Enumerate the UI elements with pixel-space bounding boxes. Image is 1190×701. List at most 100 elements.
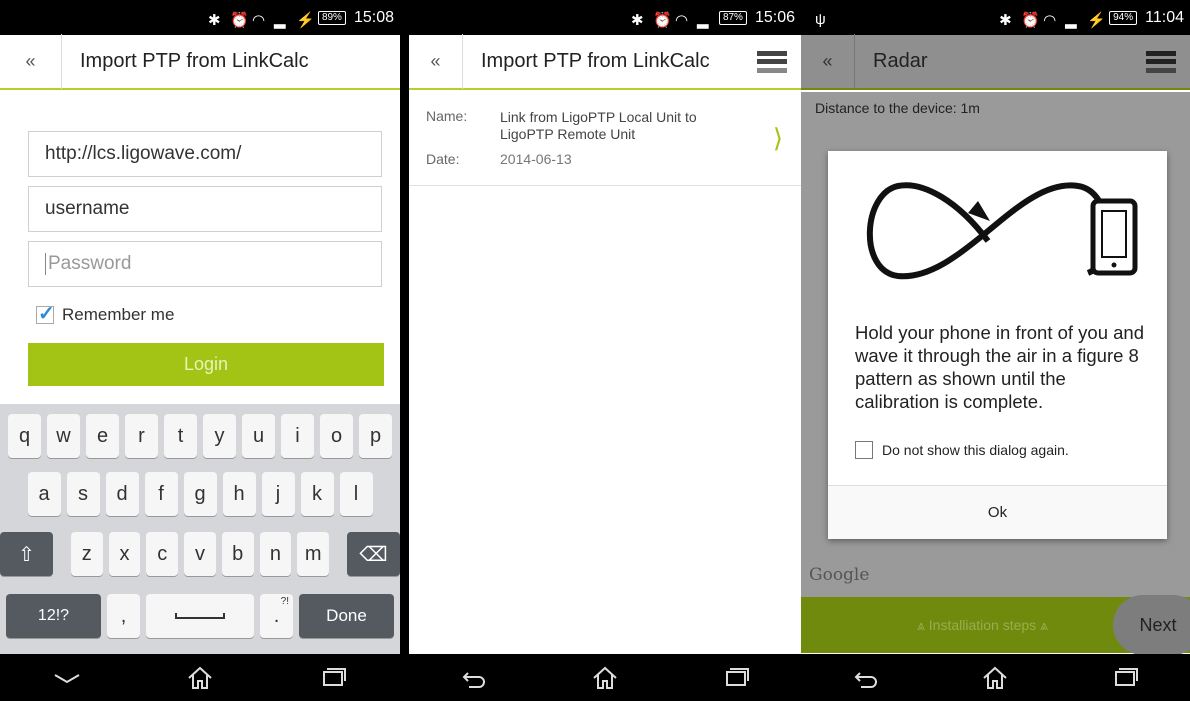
symbols-key[interactable]: 12!?: [6, 594, 101, 638]
bluetooth-icon: ✱: [630, 11, 644, 29]
status-bar: ✱ ⏰ ◠ ▂ 87% 15:06: [409, 0, 801, 35]
key[interactable]: z: [70, 532, 103, 576]
alarm-icon: ⏰: [229, 11, 249, 29]
date-label: Date:: [426, 151, 460, 167]
home-icon[interactable]: [185, 665, 215, 691]
key[interactable]: w: [47, 414, 80, 458]
wifi-icon: ◠: [674, 11, 689, 29]
password-field[interactable]: Password: [28, 241, 382, 287]
login-screen: ✱ ⏰ ◠ ▂ ⚡ 89% 15:08 « Import PTP from Li…: [0, 0, 400, 701]
key[interactable]: x: [108, 532, 141, 576]
key[interactable]: b: [221, 532, 254, 576]
hide-keyboard-icon[interactable]: [52, 665, 82, 691]
menu-icon[interactable]: [757, 50, 787, 73]
battery-icon: 87%: [718, 10, 747, 25]
remember-me-label: Remember me: [62, 305, 175, 324]
recents-icon[interactable]: [1110, 665, 1140, 691]
signal-icon: ▂: [1065, 11, 1077, 29]
next-button[interactable]: Next: [1113, 595, 1190, 655]
alarm-icon: ⏰: [1021, 11, 1040, 29]
checkbox-icon: [855, 441, 873, 459]
done-key[interactable]: Done: [299, 594, 394, 638]
radar-screen: ψ ✱ ⏰ ◠ ▂ ⚡ 94% 11:04 « Radar Distance t…: [801, 0, 1190, 701]
check-icon: ✓: [38, 303, 55, 325]
password-placeholder: Password: [48, 253, 132, 274]
app-bar: « Import PTP from LinkCalc: [0, 34, 400, 90]
dont-show-again-label: Do not show this dialog again.: [882, 442, 1069, 458]
wifi-icon: ◠: [1043, 11, 1057, 29]
key[interactable]: y: [203, 414, 236, 458]
name-value: Link from LigoPTP Local Unit to LigoPTP …: [500, 109, 697, 142]
key[interactable]: c: [146, 532, 179, 576]
url-field[interactable]: http://lcs.ligowave.com/: [28, 131, 382, 177]
key[interactable]: o: [320, 414, 353, 458]
installation-steps-label: ⩓ Installiation steps ⩓: [917, 617, 1048, 633]
back-icon[interactable]: [851, 665, 881, 691]
double-chevron-left-icon[interactable]: «: [801, 34, 855, 89]
page-title: Radar: [873, 50, 928, 72]
key[interactable]: s: [66, 472, 100, 516]
keyboard-row-1: q w e r t y u i o p: [0, 414, 400, 458]
charging-icon: ⚡: [295, 11, 315, 29]
nav-bar: [0, 654, 400, 701]
app-bar: « Import PTP from LinkCalc: [409, 34, 801, 90]
nav-bar: [801, 654, 1190, 701]
space-icon: [175, 613, 225, 619]
figure-eight-icon: [866, 182, 1138, 280]
back-icon[interactable]: [459, 665, 489, 691]
space-key[interactable]: [146, 594, 254, 638]
app-bar: « Radar: [801, 34, 1190, 90]
status-bar: ψ ✱ ⏰ ◠ ▂ ⚡ 94% 11:04: [801, 0, 1190, 35]
status-bar: ✱ ⏰ ◠ ▂ ⚡ 89% 15:08: [0, 0, 400, 35]
signal-icon: ▂: [696, 11, 709, 29]
key[interactable]: k: [300, 472, 334, 516]
key[interactable]: u: [242, 414, 275, 458]
dont-show-again-checkbox[interactable]: Do not show this dialog again.: [855, 441, 1069, 459]
ok-button[interactable]: Ok: [828, 485, 1167, 539]
backspace-key[interactable]: ⌫: [347, 532, 400, 576]
battery-icon: 89%: [317, 10, 346, 25]
key[interactable]: n: [259, 532, 292, 576]
username-field[interactable]: username: [28, 186, 382, 232]
double-chevron-left-icon[interactable]: «: [409, 34, 463, 89]
comma-key[interactable]: ,: [107, 594, 140, 638]
nav-bar: [409, 654, 801, 701]
home-icon[interactable]: [980, 665, 1010, 691]
double-chevron-left-icon[interactable]: «: [0, 34, 62, 89]
key[interactable]: g: [183, 472, 217, 516]
chevron-right-icon: ⟩: [772, 123, 783, 153]
menu-icon[interactable]: [1146, 50, 1176, 73]
key[interactable]: d: [105, 472, 139, 516]
key[interactable]: h: [222, 472, 256, 516]
login-button[interactable]: Login: [28, 343, 384, 386]
key[interactable]: a: [27, 472, 61, 516]
period-key[interactable]: ?! .: [260, 594, 293, 638]
page-title: Import PTP from LinkCalc: [481, 50, 710, 72]
recents-icon[interactable]: [721, 665, 751, 691]
list-item[interactable]: Name: Link from LigoPTP Local Unit to Li…: [409, 91, 801, 186]
key[interactable]: v: [184, 532, 216, 576]
key[interactable]: t: [164, 414, 197, 458]
keyboard-row-4: 12!? , ?! . Done: [0, 594, 400, 638]
battery-icon: 94%: [1109, 10, 1138, 25]
text-caret: [45, 253, 46, 275]
key[interactable]: e: [86, 414, 119, 458]
key[interactable]: q: [8, 414, 41, 458]
key[interactable]: j: [261, 472, 295, 516]
key[interactable]: r: [125, 414, 158, 458]
shift-key[interactable]: ⇧: [0, 532, 53, 576]
period-alt-label: ?!: [280, 596, 289, 607]
map-watermark: Google: [809, 565, 870, 585]
import-list-screen: ✱ ⏰ ◠ ▂ 87% 15:06 « Import PTP from Link…: [409, 0, 801, 701]
key[interactable]: f: [144, 472, 178, 516]
home-icon[interactable]: [590, 665, 620, 691]
key[interactable]: p: [359, 414, 392, 458]
page-title: Import PTP from LinkCalc: [80, 50, 309, 72]
remember-me-checkbox[interactable]: ✓ Remember me: [36, 303, 175, 325]
key[interactable]: i: [281, 414, 314, 458]
key[interactable]: m: [297, 532, 330, 576]
recents-icon[interactable]: [318, 665, 348, 691]
key[interactable]: l: [339, 472, 373, 516]
onscreen-keyboard: q w e r t y u i o p a s d f g h j k l ⇧ …: [0, 404, 400, 654]
signal-icon: ▂: [273, 11, 286, 29]
